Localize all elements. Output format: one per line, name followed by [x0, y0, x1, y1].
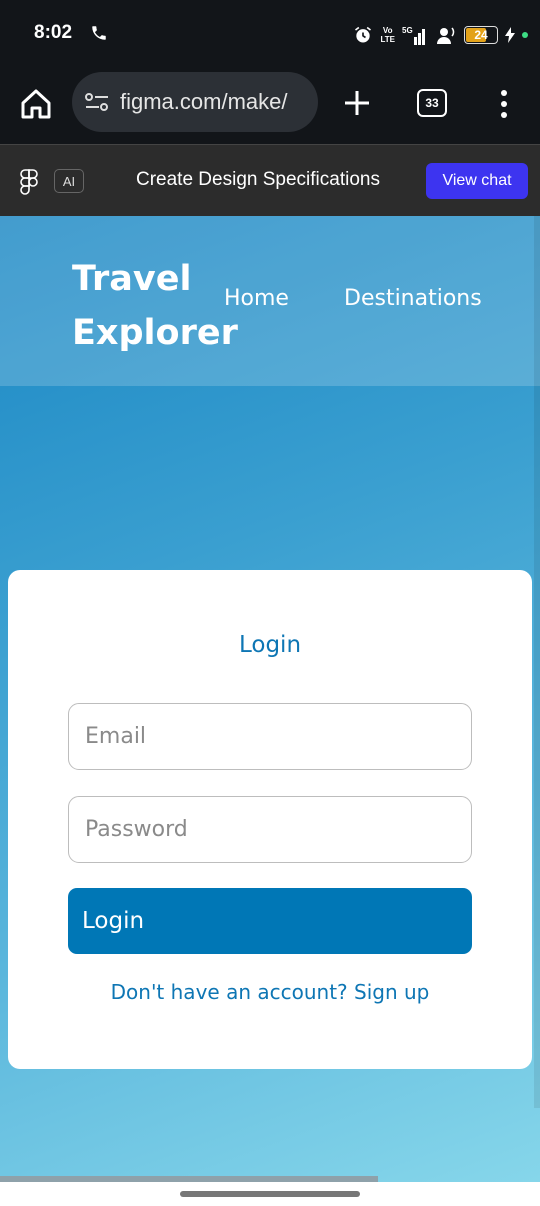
site-header: Travel Explorer Home Destinations	[0, 216, 540, 386]
tab-switcher-button[interactable]: 33	[417, 89, 447, 117]
site-brand[interactable]: Travel Explorer	[72, 252, 238, 360]
password-field[interactable]	[68, 796, 472, 863]
volte-indicator: Vo LTE	[380, 26, 395, 44]
svg-text:5G: 5G	[402, 26, 413, 35]
email-field[interactable]	[68, 703, 472, 770]
privacy-dot	[522, 32, 528, 38]
figma-title: Create Design Specifications	[136, 169, 380, 190]
browser-toolbar: figma.com/make/ 33	[0, 70, 540, 144]
login-title: Login	[238, 632, 302, 658]
nav-link-home[interactable]: Home	[224, 286, 289, 311]
page-content: Travel Explorer Home Destinations Login …	[0, 216, 540, 1182]
plus-icon[interactable]	[342, 88, 372, 118]
battery-indicator: 24	[464, 26, 498, 44]
figma-make-bar: AI Create Design Specifications View cha…	[0, 144, 540, 216]
nav-link-destinations[interactable]: Destinations	[344, 286, 482, 311]
address-bar[interactable]: figma.com/make/	[72, 72, 318, 132]
scrollbar[interactable]	[534, 216, 540, 1108]
gesture-handle[interactable]	[180, 1191, 360, 1197]
url-text[interactable]: figma.com/make/	[120, 89, 288, 115]
figma-logo-icon[interactable]	[20, 169, 38, 195]
login-button[interactable]: Login	[68, 888, 472, 954]
navigation-bar	[0, 1182, 540, 1206]
phone-icon	[92, 26, 106, 40]
bolt-icon	[505, 27, 515, 43]
alarm-icon	[355, 26, 372, 43]
hotspot-icon	[437, 27, 455, 44]
status-bar: 8:02 Vo LTE 5G 24	[0, 0, 540, 70]
view-chat-button[interactable]: View chat	[426, 163, 528, 199]
tune-icon[interactable]	[84, 91, 110, 113]
more-vert-icon[interactable]	[494, 88, 514, 120]
status-icons: Vo LTE 5G 24	[353, 22, 528, 48]
ai-badge[interactable]: AI	[54, 169, 84, 193]
home-icon[interactable]	[18, 86, 54, 122]
signup-link[interactable]: Don't have an account? Sign up	[8, 980, 532, 1004]
login-card: Login Login Don't have an account? Sign …	[8, 570, 532, 1069]
status-time: 8:02	[34, 22, 73, 43]
signal-icon: 5G	[402, 26, 425, 45]
